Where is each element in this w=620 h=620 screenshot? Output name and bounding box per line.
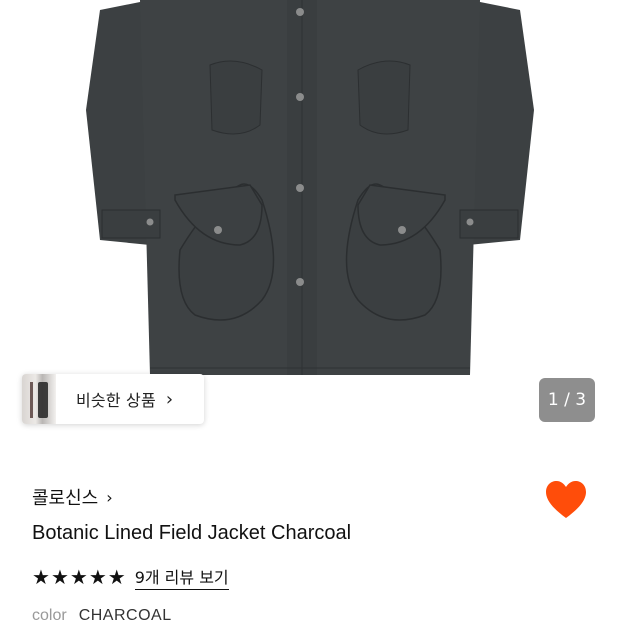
star-rating: ★ ★ ★ ★ ★ <box>32 567 127 587</box>
image-pager-indicator: 1 / 3 <box>539 378 595 422</box>
chevron-right-icon: › <box>106 487 113 507</box>
similar-product-thumbnail <box>22 374 56 424</box>
review-link[interactable]: 9개 리뷰 보기 <box>134 564 229 590</box>
chevron-right-icon: › <box>165 388 174 410</box>
rating-row: ★ ★ ★ ★ ★ 9개 리뷰 보기 <box>32 564 229 590</box>
similar-products-label: 비슷한 상품 <box>76 391 156 410</box>
snap-button <box>296 8 304 16</box>
color-value: CHARCOAL <box>78 607 172 620</box>
similar-products-button[interactable]: 비슷한 상품 › <box>22 374 204 424</box>
star-icon: ★ <box>107 565 126 589</box>
product-title: Botanic Lined Field Jacket Charcoal <box>32 522 352 544</box>
star-icon: ★ <box>88 565 107 589</box>
color-row: color CHARCOAL <box>32 607 172 620</box>
snap-button <box>296 278 304 286</box>
right-chest-pocket <box>357 60 411 135</box>
heart-icon[interactable] <box>545 480 587 520</box>
star-icon: ★ <box>32 565 50 589</box>
brand-link[interactable]: 콜로신스 › <box>32 484 113 510</box>
star-icon: ★ <box>69 565 88 589</box>
left-chest-pocket <box>209 60 263 135</box>
color-label: color <box>32 607 67 620</box>
brand-name: 콜로신스 <box>32 488 99 509</box>
star-icon: ★ <box>50 565 69 589</box>
snap-button <box>296 184 304 192</box>
snap-button <box>296 93 304 101</box>
